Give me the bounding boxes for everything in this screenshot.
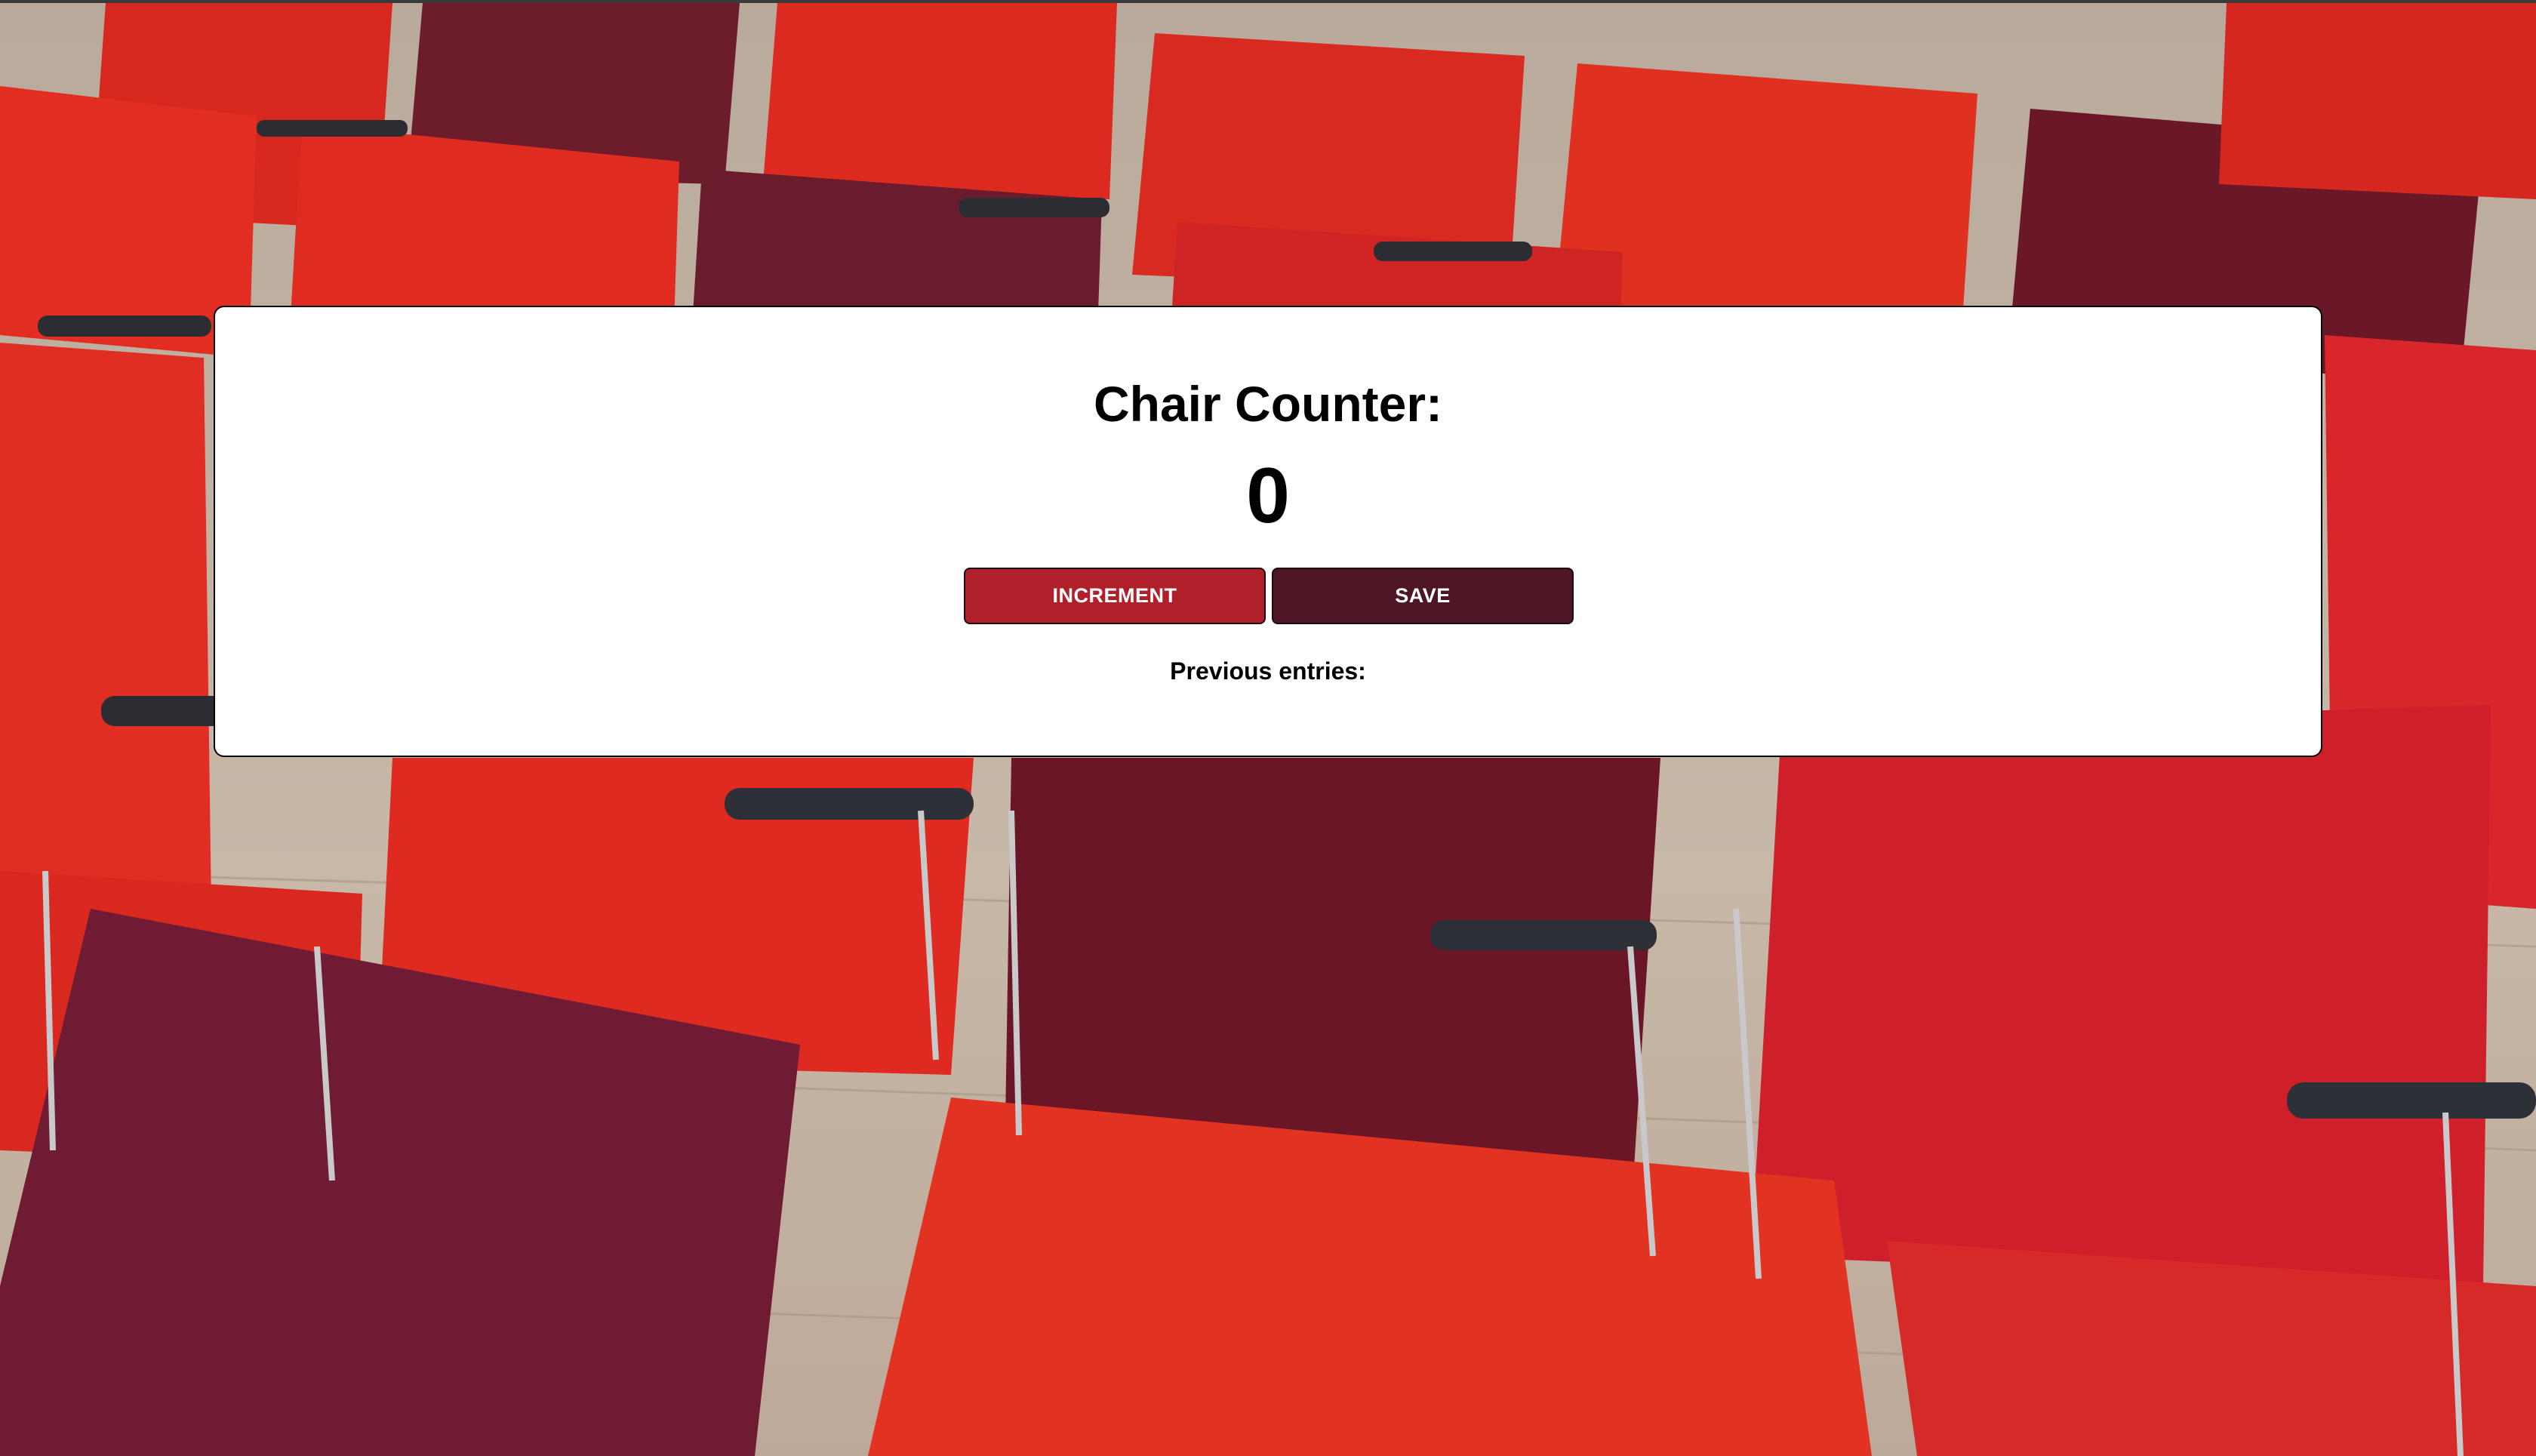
increment-button[interactable]: INCREMENT — [964, 568, 1266, 624]
save-button[interactable]: SAVE — [1272, 568, 1574, 624]
counter-title: Chair Counter: — [1094, 376, 1442, 432]
chair-counter-card: Chair Counter: 0 INCREMENT SAVE Previous… — [214, 306, 2322, 757]
previous-entries-label: Previous entries: — [1170, 657, 1366, 685]
counter-value: 0 — [1246, 452, 1290, 540]
